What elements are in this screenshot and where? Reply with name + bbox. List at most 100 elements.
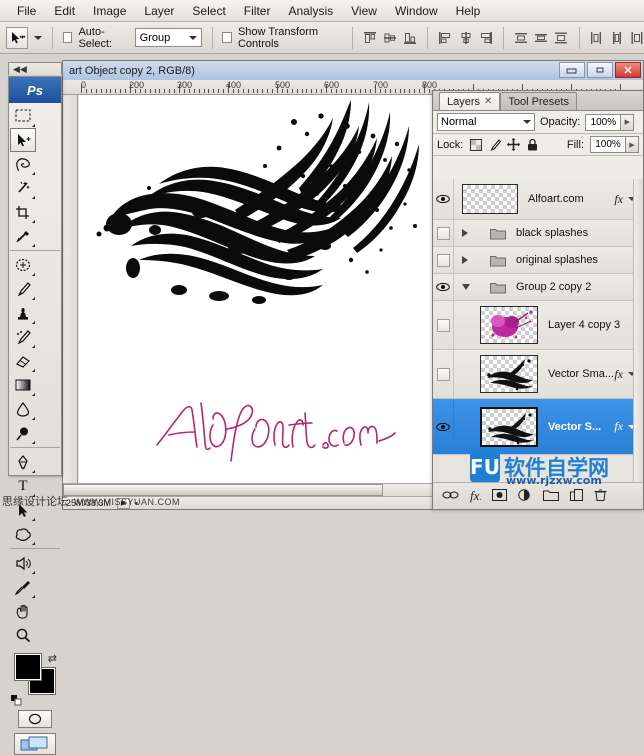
menu-item-file[interactable]: File	[8, 2, 45, 20]
distribute-horizontal-centers-button[interactable]	[610, 28, 624, 47]
distribute-right-edges-button[interactable]	[630, 28, 644, 47]
blend-mode-dropdown[interactable]: Normal	[437, 113, 535, 131]
table-row[interactable]: black splashes	[433, 220, 643, 247]
table-row[interactable]: original splashes	[433, 247, 643, 274]
type-tool[interactable]: T	[10, 474, 36, 498]
new-group-icon[interactable]	[543, 489, 559, 504]
menu-item-window[interactable]: Window	[386, 2, 447, 20]
layer-effects-fx-icon[interactable]: fx	[614, 367, 623, 382]
gradient-tool[interactable]	[10, 373, 36, 397]
screen-mode-button[interactable]	[14, 733, 56, 755]
distribute-vertical-centers-button[interactable]	[534, 28, 548, 47]
add-layer-mask-icon[interactable]	[492, 489, 507, 504]
move-tool[interactable]	[10, 128, 36, 152]
menu-item-analysis[interactable]: Analysis	[279, 2, 342, 20]
distribute-bottom-edges-button[interactable]	[554, 28, 568, 47]
distribute-top-edges-button[interactable]	[514, 28, 528, 47]
table-row[interactable]: Vector Sma... fx	[433, 350, 643, 399]
notes-tool[interactable]	[10, 551, 36, 575]
fill-input[interactable]: 100%	[590, 136, 626, 153]
minimize-button[interactable]	[559, 62, 585, 78]
layer-thumbnail[interactable]	[462, 184, 518, 214]
new-layer-icon[interactable]	[570, 489, 583, 504]
align-vertical-centers-button[interactable]	[383, 28, 397, 47]
align-horizontal-centers-button[interactable]	[458, 28, 472, 47]
new-adjustment-layer-icon[interactable]	[518, 489, 532, 504]
group-disclosure-triangle-icon[interactable]	[462, 229, 468, 237]
menu-item-help[interactable]: Help	[447, 2, 490, 20]
layer-visibility-toggle[interactable]	[433, 179, 454, 219]
layer-effects-fx-icon[interactable]: fx	[614, 419, 623, 434]
table-row[interactable]: Alfoart.com fx	[433, 179, 643, 220]
horizontal-scroll-thumb[interactable]	[63, 484, 383, 496]
tool-preset-chevron-down-icon[interactable]	[34, 36, 42, 40]
brush-tool[interactable]	[10, 277, 36, 301]
add-layer-style-icon[interactable]: fx.	[470, 488, 481, 504]
distribute-left-edges-button[interactable]	[589, 28, 603, 47]
align-right-edges-button[interactable]	[479, 28, 493, 47]
magic-wand-tool[interactable]	[10, 176, 36, 200]
table-row[interactable]: Group 2 copy 2	[433, 274, 643, 301]
status-menu-arrow-icon[interactable]: ▶	[117, 498, 130, 509]
quick-mask-mode-button[interactable]	[18, 710, 52, 728]
blur-tool[interactable]	[10, 397, 36, 421]
menu-item-filter[interactable]: Filter	[235, 2, 280, 20]
slice-tool[interactable]	[10, 224, 36, 248]
tab-layers[interactable]: Layers ✕	[439, 92, 500, 110]
opacity-input[interactable]: 100%	[585, 114, 621, 131]
layers-panel-scrollbar[interactable]	[633, 179, 643, 481]
dodge-tool[interactable]	[10, 421, 36, 445]
group-disclosure-triangle-icon[interactable]	[462, 284, 470, 290]
restore-button[interactable]	[587, 62, 613, 78]
group-disclosure-triangle-icon[interactable]	[462, 256, 468, 264]
layer-visibility-toggle[interactable]	[433, 274, 454, 300]
close-icon[interactable]: ✕	[484, 96, 492, 107]
menu-item-layer[interactable]: Layer	[135, 2, 183, 20]
document-title-bar[interactable]: art Object copy 2, RGB/8)	[63, 61, 643, 80]
path-selection-tool[interactable]	[10, 498, 36, 522]
table-row[interactable]: Vector S... fx	[433, 399, 643, 455]
lock-transparent-pixels-icon[interactable]	[469, 138, 482, 151]
layer-thumbnail[interactable]	[480, 355, 538, 393]
auto-select-checkbox[interactable]	[63, 32, 73, 43]
default-colors-icon[interactable]	[11, 695, 22, 706]
layer-thumbnail[interactable]	[480, 407, 538, 447]
lock-image-pixels-icon[interactable]	[488, 138, 501, 151]
lock-all-icon[interactable]	[526, 138, 539, 151]
lasso-tool[interactable]	[10, 152, 36, 176]
delete-layer-icon[interactable]	[594, 489, 607, 504]
crop-tool[interactable]	[10, 200, 36, 224]
move-tool-icon[interactable]	[6, 27, 28, 49]
healing-brush-tool[interactable]	[10, 253, 36, 277]
foreground-color-swatch[interactable]	[15, 654, 41, 680]
layer-visibility-toggle[interactable]	[433, 350, 454, 398]
eraser-tool[interactable]	[10, 349, 36, 373]
tab-tool-presets[interactable]: Tool Presets	[500, 92, 577, 110]
table-row[interactable]: Layer 4 copy 3	[433, 301, 643, 350]
align-top-edges-button[interactable]	[363, 28, 377, 47]
status-resize-chevron-icon[interactable]: ◂	[134, 499, 138, 507]
layer-visibility-toggle[interactable]	[433, 247, 454, 273]
menu-item-image[interactable]: Image	[84, 2, 135, 20]
swap-colors-icon[interactable]: ⇄	[48, 652, 57, 665]
layer-visibility-toggle[interactable]	[433, 301, 454, 349]
layer-visibility-toggle[interactable]	[433, 220, 454, 246]
opacity-stepper[interactable]: ▶	[621, 114, 634, 131]
toolbox-collapse-button[interactable]: ◀◀	[8, 62, 62, 75]
link-layers-icon[interactable]	[442, 490, 459, 503]
fill-stepper[interactable]: ▶	[626, 136, 639, 153]
rectangular-marquee-tool[interactable]	[10, 104, 36, 128]
shape-tool[interactable]	[10, 522, 36, 546]
menu-item-select[interactable]: Select	[183, 2, 234, 20]
history-brush-tool[interactable]	[10, 325, 36, 349]
menu-item-view[interactable]: View	[342, 2, 386, 20]
zoom-tool[interactable]	[10, 623, 36, 647]
close-button[interactable]	[615, 62, 641, 78]
layer-thumbnail[interactable]	[480, 306, 538, 344]
show-transform-controls-checkbox[interactable]	[222, 32, 232, 43]
eyedropper-tool[interactable]	[10, 575, 36, 599]
lock-position-icon[interactable]	[507, 138, 520, 151]
pen-tool[interactable]	[10, 450, 36, 474]
hand-tool[interactable]	[10, 599, 36, 623]
layer-effects-fx-icon[interactable]: fx	[614, 192, 623, 207]
